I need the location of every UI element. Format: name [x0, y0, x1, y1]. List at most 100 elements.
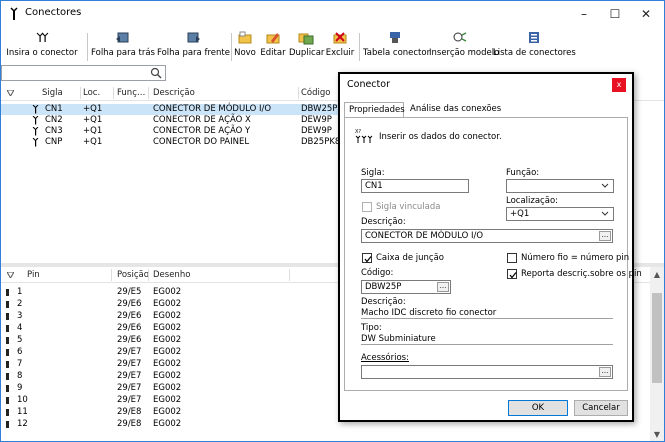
list-item[interactable]: 1 29/E5 EG002: [1, 286, 341, 298]
description-input[interactable]: CONECTOR DE MÓDULO I/O ...: [361, 229, 613, 243]
col-loc[interactable]: Loc.: [83, 88, 100, 98]
toolbar-separator: [231, 33, 232, 61]
code-input[interactable]: DBW25P ...: [361, 280, 451, 294]
list-item[interactable]: 4 29/E6 EG002: [1, 322, 341, 334]
junction-box-checkbox[interactable]: [362, 253, 372, 263]
sheet-back-button[interactable]: Folha para trás: [91, 29, 155, 65]
accessories-browse-button[interactable]: ...: [599, 367, 611, 377]
list-item[interactable]: 5 29/E6 EG002: [1, 334, 341, 346]
new-button[interactable]: Novo: [233, 29, 257, 65]
filter-icon[interactable]: [7, 272, 14, 278]
description-label: Descrição:: [361, 217, 406, 227]
function-select[interactable]: [506, 179, 614, 193]
model-insert-button[interactable]: Inserção modelo: [429, 29, 499, 65]
list-item[interactable]: 6 29/E7 EG002: [1, 346, 341, 358]
sheet-front-button[interactable]: Folha para frente: [157, 29, 230, 65]
pin-icon: [6, 409, 9, 416]
tab-connection-analysis[interactable]: Análise das conexões: [406, 102, 516, 117]
table-row[interactable]: CN3 +Q1 CONECTOR DE AÇÃO Y DEW9P: [1, 126, 341, 137]
linked-sigla-checkbox[interactable]: [362, 202, 372, 212]
sheet-back-icon: [116, 32, 129, 43]
code-browse-button[interactable]: ...: [437, 282, 449, 292]
insert-connector-icon: [36, 32, 49, 42]
table-row[interactable]: CN1 +Q1 CONECTOR DE MÓDULO I/O DBW25P: [1, 104, 341, 115]
toolbar-separator: [87, 33, 88, 61]
report-desc-checkbox[interactable]: [507, 269, 517, 279]
sigla-label: Sigla:: [361, 168, 385, 178]
connector-list-button[interactable]: Lista de conectores: [493, 29, 576, 65]
edit-icon: [266, 33, 280, 44]
pin-icon: [6, 385, 9, 392]
connector-table-button[interactable]: Tabela conector: [363, 29, 430, 65]
scroll-up-icon[interactable]: ▲: [650, 269, 664, 281]
search-icon: [150, 67, 162, 79]
list-item[interactable]: 7 29/E7 EG002: [1, 358, 341, 370]
list-item[interactable]: 12 29/E8 EG002: [1, 418, 341, 430]
insert-connector-button[interactable]: Insira o conector: [3, 29, 81, 65]
pin-icon: [6, 373, 9, 380]
dialog-close-button[interactable]: x: [612, 78, 626, 92]
properties-panel: X? Inserir os dados do conector. Sigla: …: [344, 117, 642, 391]
linked-sigla-label: Sigla vinculada: [376, 202, 441, 212]
list-item[interactable]: 3 29/E6 EG002: [1, 310, 341, 322]
cancel-button[interactable]: Cancelar: [574, 400, 628, 416]
search-input[interactable]: [1, 65, 166, 81]
ok-button[interactable]: OK: [508, 400, 568, 416]
wire-eq-pin-checkbox[interactable]: [507, 253, 517, 263]
location-label: Localização:: [506, 196, 559, 206]
pin-icon: [6, 421, 9, 428]
tab-properties[interactable]: Propriedades: [344, 102, 405, 118]
connectors-window: Conectores – ☐ ✕ Insira o conector Folha…: [0, 0, 665, 442]
list-item[interactable]: 8 29/E7 EG002: [1, 370, 341, 382]
table-row[interactable]: CN2 +Q1 CONECTOR DE AÇÃO X DEW9P: [1, 115, 341, 126]
list-item[interactable]: 10 29/E7 EG002: [1, 394, 341, 406]
col-pin[interactable]: Pin: [27, 270, 40, 280]
dialog-title-bar: Conector x: [340, 74, 632, 96]
table-row[interactable]: CNP +Q1 CONECTOR DO PAINEL DB25PK87: [1, 137, 346, 148]
title-bar: Conectores – ☐ ✕: [1, 1, 664, 27]
type-value: DW Subminiature: [361, 334, 436, 344]
scroll-down-icon[interactable]: ▼: [650, 429, 664, 441]
pin-icon: [6, 349, 9, 356]
description-browse-button[interactable]: ...: [599, 231, 611, 241]
filter-icon[interactable]: [7, 90, 14, 96]
maximize-button[interactable]: ☐: [600, 5, 630, 23]
pin-icon: [6, 289, 9, 296]
pins-scrollbar[interactable]: ▲ ▼: [650, 267, 664, 441]
chevron-down-icon: [601, 211, 609, 216]
connector-row-icon: [32, 127, 39, 136]
pin-icon: [6, 361, 9, 368]
connector-row-icon: [32, 138, 39, 147]
col-code[interactable]: Código: [301, 88, 331, 98]
sheet-front-icon: [187, 32, 200, 43]
duplicate-button[interactable]: Duplicar: [289, 29, 324, 65]
minimize-button[interactable]: –: [569, 5, 599, 23]
new-icon: [238, 31, 252, 44]
connector-table-icon: [390, 32, 400, 43]
col-function[interactable]: Funç…: [117, 88, 145, 98]
pin-icon: [6, 325, 9, 332]
col-description[interactable]: Descrição: [153, 88, 195, 98]
edit-button[interactable]: Editar: [259, 29, 287, 65]
description2-label: Descrição:: [361, 297, 406, 307]
duplicate-icon: [298, 33, 314, 45]
window-title: Conectores: [25, 7, 82, 18]
accessories-input[interactable]: ...: [361, 365, 613, 379]
connector-row-icon: [32, 105, 39, 114]
list-item[interactable]: 2 29/E6 EG002: [1, 298, 341, 310]
delete-button[interactable]: Excluir: [323, 29, 357, 65]
type-label: Tipo:: [361, 323, 382, 333]
pin-icon: [6, 337, 9, 344]
list-item[interactable]: 9 29/E7 EG002: [1, 382, 341, 394]
col-sigla[interactable]: Sigla: [42, 88, 63, 98]
connector-app-icon: [10, 7, 18, 20]
close-button[interactable]: ✕: [631, 5, 661, 23]
col-position[interactable]: Posição: [117, 270, 149, 280]
sigla-input[interactable]: CN1: [361, 179, 469, 193]
location-select[interactable]: +Q1: [506, 207, 614, 221]
col-drawing[interactable]: Desenho: [153, 270, 190, 280]
model-insert-icon: [453, 32, 467, 42]
list-item[interactable]: 11 29/E8 EG002: [1, 406, 341, 418]
scroll-thumb[interactable]: [652, 293, 662, 383]
pin-icon: [6, 301, 9, 308]
